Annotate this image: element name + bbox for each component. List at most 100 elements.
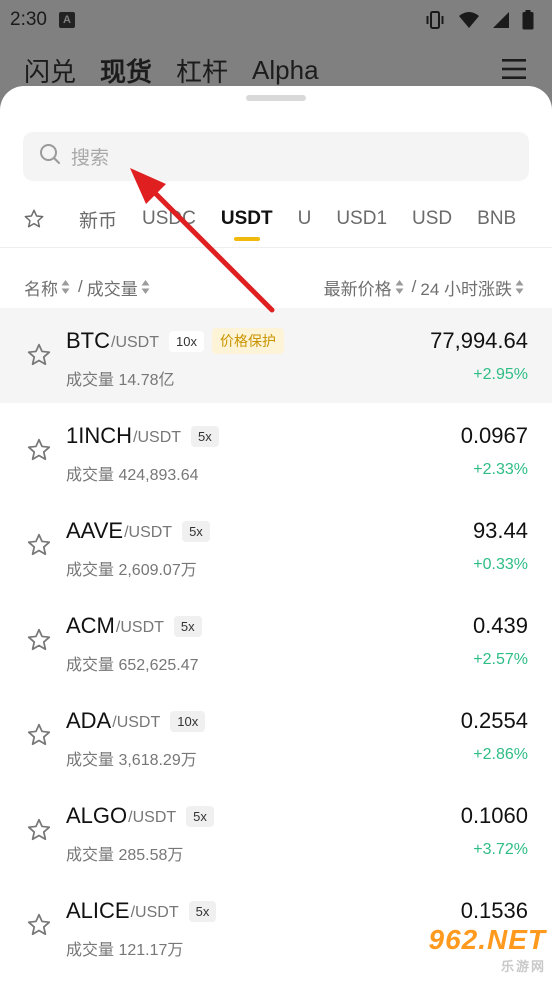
base-asset: ADA (66, 708, 112, 733)
divider (0, 247, 552, 248)
volume-text: 成交量 3,618.29万 (66, 752, 197, 769)
leverage-badge: 5x (191, 425, 219, 447)
tab-u[interactable]: U (298, 208, 312, 230)
quote-asset: /USDT (128, 809, 177, 826)
tab-alpha[interactable]: Alpha (252, 55, 319, 86)
sort-arrows-icon (395, 279, 404, 295)
leverage-badge: 10x (169, 330, 204, 352)
trade-type-tabs: 闪兑 现货 杠杆 Alpha (24, 50, 319, 90)
list-item[interactable]: ADA /USDT 10x 成交量 3,618.29万 0.2554 +2.86… (0, 688, 552, 783)
volume-text: 成交量 2,609.07万 (66, 562, 197, 579)
pair-selector-sheet: 搜索 新币 USDC USDT U USD1 USD BNB 名称 / 成交量 (0, 86, 552, 981)
sort-arrows-icon (141, 279, 150, 295)
vibrate-icon (424, 10, 446, 30)
drag-handle[interactable] (246, 95, 306, 101)
last-price: 0.1060 (460, 803, 528, 828)
sort-by-volume[interactable]: 成交量 (87, 275, 138, 300)
tab-convert[interactable]: 闪兑 (24, 52, 76, 89)
separator: / (78, 277, 83, 296)
quote-asset-tabs: 新币 USDC USDT U USD1 USD BNB (0, 196, 552, 242)
price-protection-tag: 价格保护 (211, 328, 284, 354)
pair-list: BTC /USDT 10x 价格保护 成交量 14.78亿 77,994.64 … (0, 308, 552, 973)
search-placeholder: 搜索 (71, 148, 110, 169)
sort-by-name[interactable]: 名称 (24, 275, 58, 300)
status-time: 2:30 (10, 9, 47, 30)
sort-by-change[interactable]: 24 小时涨跌 (420, 275, 512, 300)
quote-asset: /USDT (111, 334, 159, 351)
leverage-badge: 5x (188, 900, 217, 922)
favorite-star-icon[interactable] (26, 912, 52, 938)
column-headers: 名称 / 成交量 最新价格 / 24 小时涨跌 (24, 274, 528, 300)
tab-usdt[interactable]: USDT (221, 208, 273, 241)
price-change: +2.57% (473, 651, 528, 668)
list-item[interactable]: ALGO /USDT 5x 成交量 285.58万 0.1060 +3.72% (0, 783, 552, 878)
base-asset: ACM (66, 613, 115, 638)
quote-asset: /USDT (112, 714, 161, 731)
tab-usdc[interactable]: USDC (142, 208, 196, 230)
price-change: +3.72% (473, 841, 528, 858)
base-asset: ALICE (66, 898, 130, 923)
wifi-icon (458, 11, 480, 29)
status-bar: 2:30 A (0, 0, 552, 40)
last-price: 93.44 (472, 518, 528, 543)
notification-icon: A (58, 12, 75, 28)
base-asset: ALGO (66, 803, 128, 828)
favorite-star-icon[interactable] (26, 437, 52, 463)
sort-arrows-icon (515, 279, 524, 295)
quote-asset: /USDT (133, 429, 182, 446)
volume-text: 成交量 652,625.47 (66, 657, 199, 674)
tab-bnb[interactable]: BNB (477, 208, 516, 230)
volume-text: 成交量 121.17万 (66, 942, 184, 959)
battery-icon (522, 10, 534, 30)
quote-asset: /USDT (115, 619, 164, 636)
signal-icon (492, 11, 510, 29)
tab-new[interactable]: 新币 (79, 206, 117, 233)
pair-name: 1INCH /USDT 5x (66, 423, 219, 449)
price-change: +2.95% (473, 366, 528, 383)
volume-text: 成交量 285.58万 (66, 847, 184, 864)
site-watermark-logo: 962.NET 乐游网 (414, 923, 546, 975)
favorite-star-icon[interactable] (26, 722, 52, 748)
favorite-star-icon[interactable] (26, 627, 52, 653)
leverage-badge: 5x (182, 520, 210, 542)
pair-name: BTC /USDT 10x 价格保护 (66, 328, 284, 354)
list-item[interactable]: ACM /USDT 5x 成交量 652,625.47 0.439 +2.57% (0, 593, 552, 688)
last-price: 0.439 (472, 613, 528, 638)
list-item[interactable]: BTC /USDT 10x 价格保护 成交量 14.78亿 77,994.64 … (0, 308, 552, 403)
list-item[interactable]: AAVE /USDT 5x 成交量 2,609.07万 93.44 +0.33% (0, 498, 552, 593)
list-item[interactable]: 1INCH /USDT 5x 成交量 424,893.64 0.0967 +2.… (0, 403, 552, 498)
favorite-star-icon[interactable] (26, 817, 52, 843)
app-screen: 2:30 A 闪兑 现货 杠杆 Alpha 搜索 新币 USDC USDT U … (0, 0, 552, 981)
search-icon (39, 143, 71, 171)
status-icons (424, 10, 534, 30)
base-asset: BTC (66, 328, 110, 353)
tab-usd[interactable]: USD (412, 208, 452, 230)
sort-by-price[interactable]: 最新价格 (324, 275, 392, 300)
favorite-star-icon[interactable] (26, 532, 52, 558)
price-change: +2.86% (473, 746, 528, 763)
favorite-star-icon[interactable] (26, 342, 52, 368)
leverage-badge: 5x (186, 805, 214, 827)
last-price: 0.0967 (460, 423, 528, 448)
menu-icon[interactable] (502, 58, 526, 85)
tab-spot[interactable]: 现货 (100, 52, 152, 89)
search-input[interactable]: 搜索 (23, 132, 529, 181)
quote-asset: /USDT (130, 904, 179, 921)
tab-margin[interactable]: 杠杆 (176, 52, 228, 89)
last-price: 77,994.64 (430, 328, 528, 353)
last-price: 0.1536 (460, 898, 528, 923)
tab-usd1[interactable]: USD1 (336, 208, 387, 230)
base-asset: AAVE (66, 518, 124, 543)
pair-name: ACM /USDT 5x (66, 613, 202, 639)
price-change: +0.33% (473, 556, 528, 573)
base-asset: 1INCH (66, 423, 133, 448)
separator: / (411, 277, 417, 296)
sort-arrows-icon (61, 279, 70, 295)
price-change: +2.33% (473, 461, 528, 478)
quote-asset: /USDT (124, 524, 173, 541)
volume-text: 成交量 424,893.64 (66, 467, 199, 484)
last-price: 0.2554 (460, 708, 528, 733)
column-headers-right: 最新价格 / 24 小时涨跌 (324, 275, 528, 300)
favorites-star-icon[interactable] (23, 208, 59, 230)
leverage-badge: 5x (173, 615, 202, 637)
